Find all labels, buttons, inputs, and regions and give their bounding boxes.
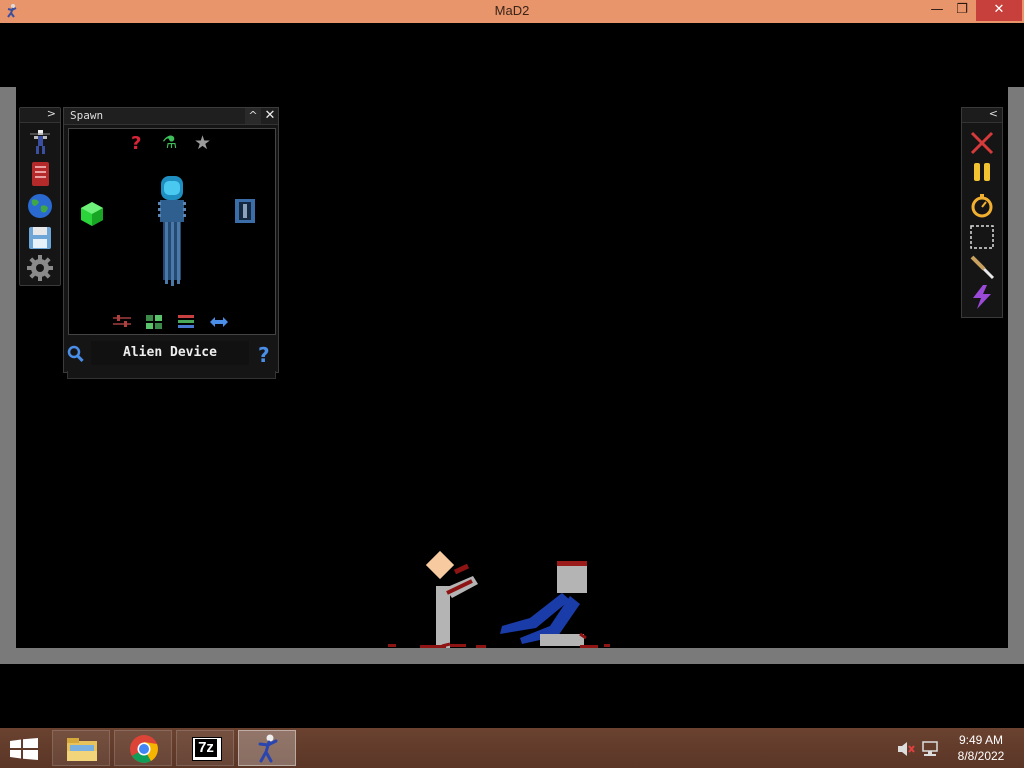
floor [0, 648, 1024, 664]
grid-icon[interactable] [146, 315, 162, 329]
right-toolbar-toggle[interactable]: < [989, 107, 998, 120]
star-icon[interactable]: ★ [194, 132, 211, 154]
left-toolbar-toggle[interactable]: > [47, 107, 56, 120]
chrome-icon [130, 735, 158, 763]
left-toolbar: > [19, 107, 61, 286]
ragdoll-spawn-icon[interactable] [26, 128, 54, 156]
settings-gear-icon[interactable] [26, 254, 54, 282]
window-title-bar: MaD2 — ❐ ✕ [0, 0, 1024, 23]
knife-icon[interactable] [969, 254, 995, 280]
file-explorer-icon [67, 738, 97, 761]
lightning-icon[interactable] [969, 284, 995, 310]
layers-icon[interactable] [178, 315, 194, 329]
spawn-panel: Spawn ^ ✕ ? ⚗ ★ Alien Device ? [63, 107, 279, 373]
taskbar: 7z 9:49 AM 8/8/2022 [0, 728, 1024, 768]
mad2-taskbar-icon [258, 734, 278, 763]
7zip-label: 7z [195, 739, 217, 757]
sliders-icon[interactable] [113, 315, 131, 329]
speaker-muted-icon[interactable] [897, 741, 915, 757]
left-toolbar-header: > [20, 107, 60, 123]
select-box-icon[interactable] [969, 224, 995, 250]
spawn-panel-title: Spawn [70, 109, 104, 122]
system-clock[interactable]: 9:49 AM 8/8/2022 [950, 732, 1012, 764]
pause-icon[interactable] [969, 160, 995, 186]
random-question-icon[interactable]: ? [131, 133, 141, 154]
maximize-button[interactable]: ❐ [947, 0, 977, 21]
spawn-panel-header: Spawn ^ ✕ [64, 108, 278, 125]
right-wall [1008, 87, 1024, 664]
close-button[interactable]: ✕ [976, 0, 1022, 21]
right-toolbar-header: < [962, 107, 1002, 123]
7zip-icon: 7z [192, 737, 222, 761]
start-button[interactable] [10, 738, 38, 760]
selected-item-name: Alien Device [91, 341, 249, 365]
left-wall [0, 87, 16, 664]
network-icon[interactable] [921, 740, 939, 758]
search-icon[interactable] [67, 345, 85, 363]
prev-item-green-cube[interactable] [80, 201, 104, 227]
red-book-icon[interactable] [26, 160, 54, 188]
save-disk-icon[interactable] [26, 224, 54, 252]
window-title: MaD2 [494, 3, 530, 18]
7zip-button[interactable]: 7z [176, 730, 234, 766]
mad2-taskbar-button[interactable] [238, 730, 296, 766]
spawn-panel-footer [67, 371, 276, 379]
file-explorer-button[interactable] [52, 730, 110, 766]
right-toolbar: < [961, 107, 1003, 318]
collapse-button[interactable]: ^ [245, 108, 261, 124]
earth-globe-icon[interactable] [26, 192, 54, 220]
chrome-button[interactable] [114, 730, 172, 766]
clock-time: 9:49 AM [958, 733, 1004, 747]
swap-arrows-icon[interactable] [209, 316, 229, 328]
delete-x-icon[interactable] [969, 130, 995, 156]
alien-device-preview[interactable] [157, 176, 187, 288]
ragdoll-right[interactable] [500, 561, 587, 646]
ragdoll-left[interactable] [425, 550, 478, 648]
help-icon[interactable]: ? [258, 343, 270, 367]
stopwatch-icon[interactable] [969, 192, 995, 218]
ragdoll-scene[interactable] [380, 548, 640, 650]
spawn-close-button[interactable]: ✕ [262, 108, 278, 124]
flask-icon[interactable]: ⚗ [162, 133, 177, 153]
next-item-device[interactable] [234, 198, 256, 224]
spawn-item-view: ? ⚗ ★ [68, 128, 276, 335]
clock-date: 8/8/2022 [957, 749, 1005, 763]
